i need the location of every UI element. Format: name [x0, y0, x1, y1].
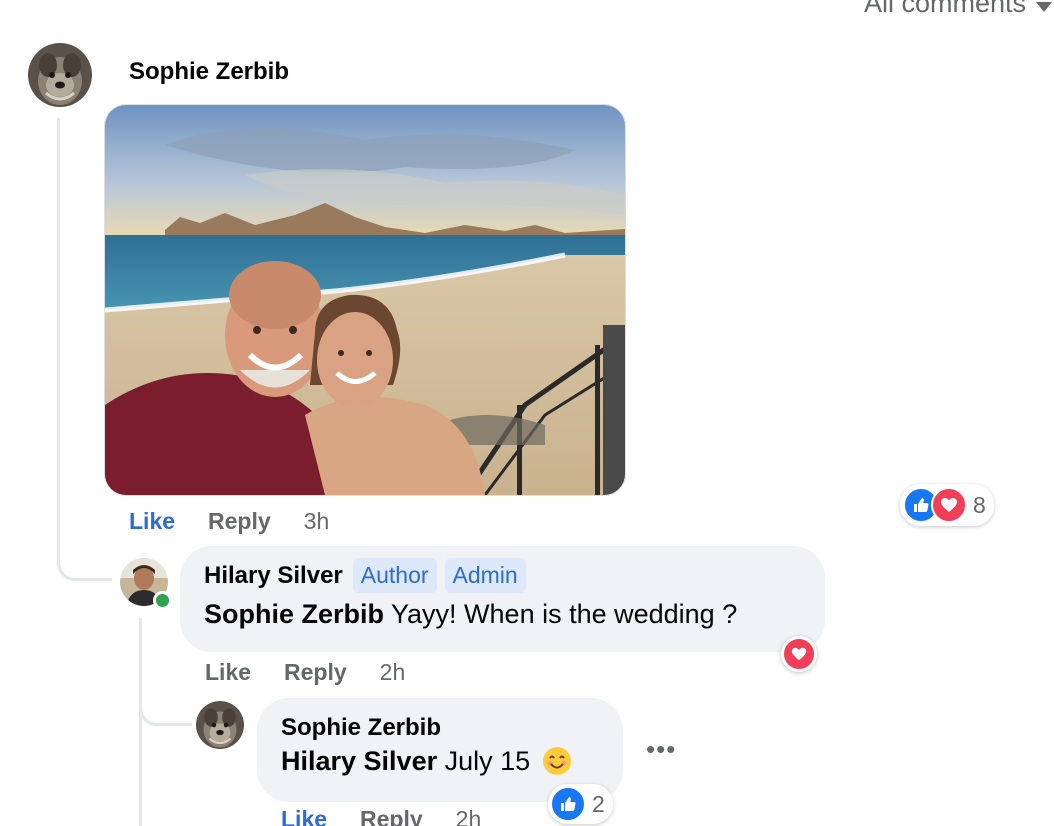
reply-button[interactable]: Reply — [360, 806, 423, 826]
reaction-summary[interactable]: 8 — [900, 484, 994, 526]
mention-link[interactable]: Hilary Silver — [281, 746, 437, 776]
reply-button[interactable]: Reply — [284, 659, 347, 686]
comment-author[interactable]: Hilary Silver — [204, 562, 343, 590]
comment-bubble: Hilary Silver Author Admin Sophie Zerbib… — [180, 546, 825, 652]
comments-page: All comments Sophie Zerbib Like Reply 3h… — [0, 0, 1054, 826]
more-options-button[interactable]: ••• — [646, 734, 676, 765]
thread-line — [139, 618, 142, 826]
mention-link[interactable]: Sophie Zerbib — [204, 599, 384, 629]
caret-down-icon — [1036, 1, 1052, 12]
comment-timestamp[interactable]: 2h — [380, 659, 406, 686]
comment-actions: Like Reply 2h — [205, 659, 438, 686]
author-badge: Author — [352, 558, 437, 593]
avatar[interactable] — [196, 701, 244, 749]
thread-connector — [57, 545, 112, 581]
like-button[interactable]: Like — [205, 659, 251, 686]
comment-text: Sophie Zerbib Yayy! When is the wedding … — [204, 599, 737, 630]
comment-body: Yayy! When is the wedding ? — [391, 599, 738, 629]
beach-selfie-image — [105, 105, 625, 495]
thread-connector — [139, 690, 192, 726]
comment-photo[interactable] — [104, 104, 626, 496]
reaction-count: 2 — [592, 790, 605, 817]
comment-body: July 15 — [444, 746, 531, 776]
comment-actions: Like Reply 2h — [281, 806, 514, 826]
comment-actions: Like Reply 3h — [129, 508, 362, 535]
comment-filter-label: All comments — [863, 0, 1026, 18]
dog-avatar-icon — [28, 43, 92, 107]
comment-timestamp[interactable]: 2h — [456, 806, 482, 826]
comment-filter[interactable]: All comments — [864, 0, 1052, 19]
reaction-count: 8 — [973, 491, 986, 518]
thread-line — [57, 118, 60, 548]
comment-text: Hilary Silver July 15 — [281, 746, 572, 777]
like-reaction-icon — [550, 786, 586, 822]
love-reaction-badge[interactable] — [781, 636, 817, 672]
like-button[interactable]: Like — [129, 508, 175, 535]
smiling-face-icon — [542, 747, 571, 775]
avatar[interactable] — [28, 43, 92, 107]
reply-button[interactable]: Reply — [208, 508, 271, 535]
heart-icon — [791, 647, 807, 661]
comment-author[interactable]: Sophie Zerbib — [129, 58, 289, 86]
comment-author[interactable]: Sophie Zerbib — [281, 714, 572, 742]
reaction-summary[interactable]: 2 — [548, 784, 613, 824]
admin-badge: Admin — [444, 558, 526, 593]
online-status-indicator — [153, 591, 172, 610]
comment-timestamp[interactable]: 3h — [304, 508, 330, 535]
dog-avatar-icon — [196, 701, 244, 749]
love-reaction-icon — [931, 487, 967, 523]
like-button[interactable]: Like — [281, 806, 327, 826]
